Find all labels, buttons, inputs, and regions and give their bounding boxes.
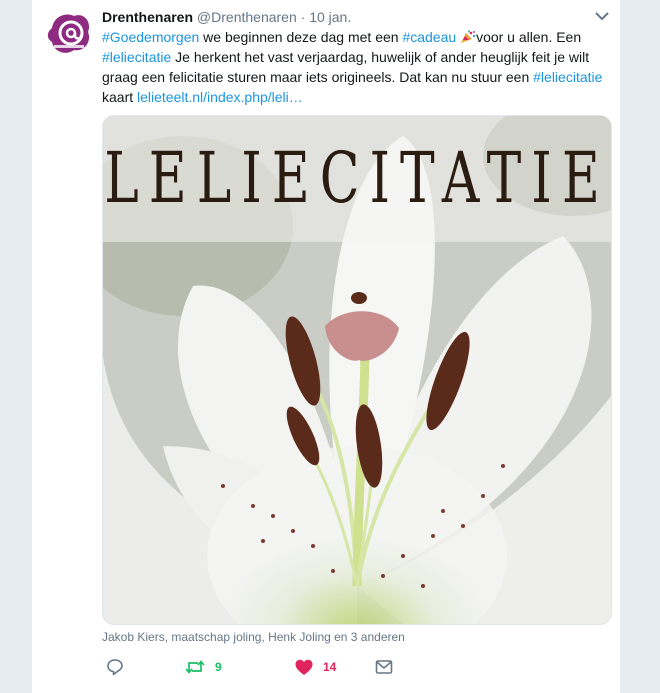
author-name[interactable]: Drenthenaren (102, 9, 193, 25)
tweet-text: #Goedemorgen we beginnen deze dag met ee… (102, 27, 612, 107)
reply-button[interactable] (106, 656, 124, 678)
tweet-actions: 9 14 (102, 656, 522, 678)
heart-icon (295, 659, 313, 675)
photo-overlay-title: LELIECITATIE (104, 138, 610, 220)
tweet-link[interactable]: lelieteelt.nl/index.php/leli… (137, 89, 303, 105)
tweet-header: Drenthenaren @Drenthenaren · 10 jan. (102, 7, 608, 27)
author-handle[interactable]: @Drenthenaren (197, 9, 297, 25)
tweet-text-part: Je herkent het vast verjaardag, huwelijk… (102, 49, 590, 85)
like-button[interactable]: 14 (295, 656, 336, 678)
tweet-text-part: we beginnen deze dag met een (199, 29, 403, 45)
hashtag-goedemorgen[interactable]: #Goedemorgen (102, 29, 199, 45)
header-separator: · (300, 9, 306, 25)
envelope-icon (375, 660, 393, 674)
tweet-card[interactable]: Drenthenaren @Drenthenaren · 10 jan. #Go… (32, 0, 620, 693)
avatar-logo-icon (47, 14, 90, 53)
party-popper-icon (461, 30, 476, 43)
tweet-timestamp[interactable]: 10 jan. (309, 9, 351, 25)
tweet-photo[interactable]: LELIECITATIE (102, 115, 612, 625)
direct-message-button[interactable] (375, 656, 393, 678)
like-count: 14 (323, 660, 337, 674)
chevron-down-icon[interactable] (594, 10, 610, 22)
tweet-text-part: kaart (102, 89, 138, 105)
tweet-text-part: voor u allen. Een (476, 29, 582, 45)
avatar[interactable] (44, 8, 94, 58)
retweet-button[interactable]: 9 (185, 656, 222, 678)
retweet-count: 9 (215, 660, 222, 674)
hashtag-leliecitatie-2[interactable]: #leliecitatie (533, 69, 602, 85)
tagged-people[interactable]: Jakob Kiers, maatschap joling, Henk Joli… (102, 630, 405, 644)
reply-icon (107, 659, 123, 676)
hashtag-cadeau[interactable]: #cadeau (402, 29, 456, 45)
retweet-icon (185, 660, 205, 674)
hashtag-leliecitatie[interactable]: #leliecitatie (102, 49, 171, 65)
